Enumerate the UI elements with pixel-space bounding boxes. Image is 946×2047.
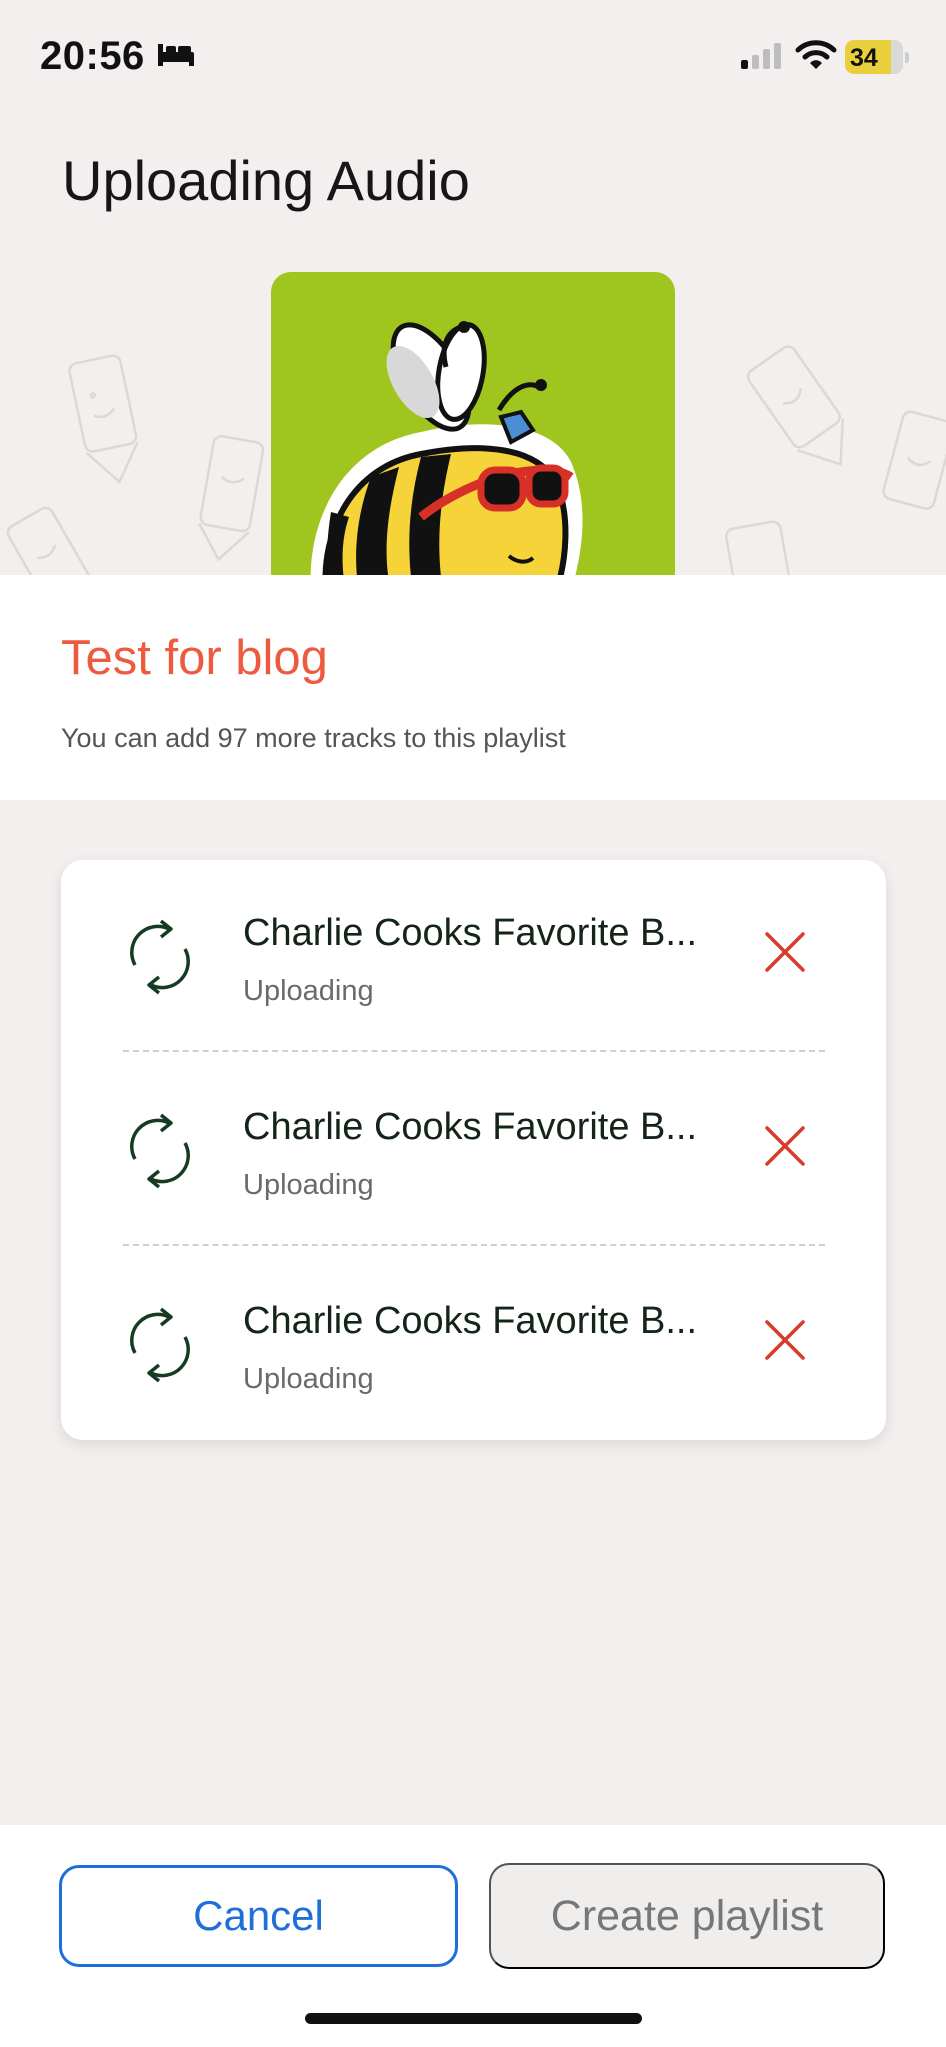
upload-track-title: Charlie Cooks Favorite B...	[243, 912, 698, 954]
bee-illustration	[310, 321, 583, 575]
header: Uploading Audio	[0, 110, 946, 575]
close-icon[interactable]	[761, 1122, 809, 1170]
upload-item: Charlie Cooks Favorite B... Uploading	[61, 1248, 886, 1442]
upload-status: Uploading	[243, 1363, 374, 1395]
bed-icon	[156, 40, 196, 73]
playlist-info: Test for blog You can add 97 more tracks…	[0, 575, 946, 800]
divider	[123, 1244, 825, 1246]
page-title: Uploading Audio	[62, 149, 470, 212]
status-time: 20:56	[40, 34, 145, 78]
sync-icon	[125, 915, 195, 1004]
playlist-artwork	[271, 272, 675, 575]
upload-status: Uploading	[243, 1169, 374, 1201]
create-playlist-button[interactable]: Create playlist	[489, 1863, 885, 1969]
home-indicator[interactable]	[305, 2013, 642, 2024]
sync-icon	[125, 1109, 195, 1198]
tracks-remaining-text: You can add 97 more tracks to this playl…	[61, 723, 566, 753]
close-icon[interactable]	[761, 928, 809, 976]
upload-track-title: Charlie Cooks Favorite B...	[243, 1106, 698, 1148]
battery-level: 34	[850, 44, 878, 72]
upload-item: Charlie Cooks Favorite B... Uploading	[61, 1054, 886, 1248]
sync-icon	[125, 1303, 195, 1392]
wifi-icon	[795, 38, 837, 77]
upload-list: Charlie Cooks Favorite B... Uploading Ch…	[61, 860, 886, 1440]
cancel-button[interactable]: Cancel	[59, 1865, 458, 1967]
upload-track-title: Charlie Cooks Favorite B...	[243, 1300, 698, 1342]
battery-charging-icon: 34	[845, 40, 903, 74]
upload-status: Uploading	[243, 975, 374, 1007]
cellular-signal-icon	[740, 42, 784, 75]
divider	[123, 1050, 825, 1052]
close-icon[interactable]	[761, 1316, 809, 1364]
status-bar: 20:56 34	[0, 0, 946, 110]
upload-item: Charlie Cooks Favorite B... Uploading	[61, 860, 886, 1054]
playlist-name: Test for blog	[61, 631, 328, 685]
